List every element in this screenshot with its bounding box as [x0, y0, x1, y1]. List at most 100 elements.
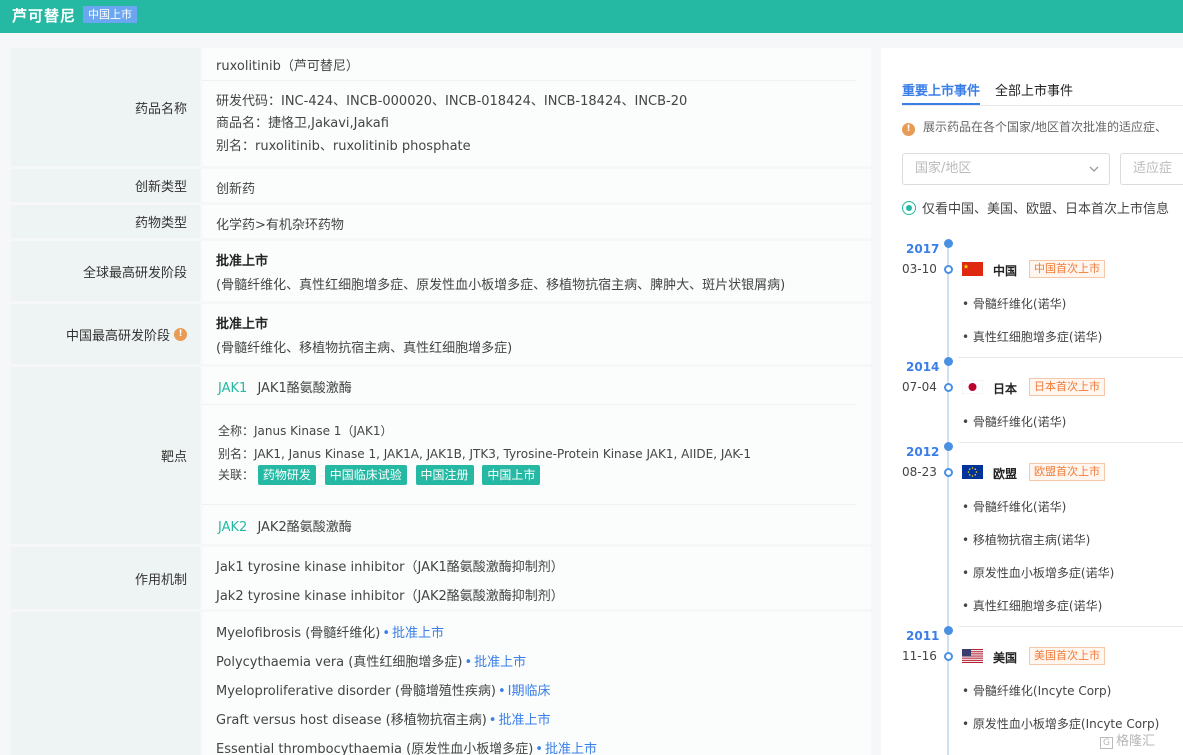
indication-stage[interactable]: 批准上市: [545, 742, 597, 755]
usa-flag-icon: [962, 649, 983, 663]
info-icon[interactable]: !: [174, 327, 187, 341]
divider: [202, 80, 857, 81]
indication-stage[interactable]: Ⅰ期临床: [508, 684, 551, 699]
value-china-stage: 批准上市 (骨髓纤维化、移植物抗宿主病、真性红细胞增多症): [202, 304, 871, 364]
label-global-stage: 全球最高研发阶段: [11, 241, 200, 301]
indication-select[interactable]: 适应症: [1120, 153, 1183, 185]
indication-stage[interactable]: 批准上市: [392, 626, 444, 641]
japan-flag-icon: [962, 380, 983, 394]
tag-china-registration[interactable]: 中国注册: [415, 465, 474, 485]
tag-drug-rd[interactable]: 药物研发: [257, 465, 316, 485]
drug-trade-names: 商品名：捷恪卫,Jakavi,Jakafi: [216, 116, 389, 131]
timeline-date: 03-10: [902, 262, 937, 276]
timeline-indication: 真性红细胞增多症(诺华): [962, 328, 1102, 345]
filter-major-markets[interactable]: 仅看中国、美国、欧盟、日本首次上市信息: [902, 198, 1169, 217]
timeline-indication: 骨髓纤维化(诺华): [962, 413, 1066, 430]
panel-description: ! 展示药品在各个国家/地区首次批准的适应症、: [902, 118, 1167, 136]
timeline-indication: 原发性血小板增多症(诺华): [962, 564, 1114, 581]
tag-china-launch[interactable]: 中国上市: [482, 465, 541, 485]
first-launch-badge: 中国首次上市: [1029, 260, 1105, 278]
info-icon: !: [902, 123, 915, 136]
mechanism-jak2: Jak2 tyrosine kinase inhibitor（JAK2酪氨酸激酶…: [216, 589, 564, 604]
label-indications: [11, 612, 200, 755]
first-launch-badge: 日本首次上市: [1029, 378, 1105, 396]
row-drug-type: 药物类型 化学药>有机杂环药物: [11, 205, 871, 238]
label-innovation: 创新类型: [11, 169, 200, 202]
timeline-country: 中国: [993, 264, 1018, 278]
tag-china-trials[interactable]: 中国临床试验: [324, 465, 407, 485]
target-jak2[interactable]: JAK2 JAK2酪氨酸激酶: [218, 516, 352, 535]
indication-stage[interactable]: 批准上市: [498, 713, 550, 728]
timeline-country: 日本: [993, 382, 1018, 396]
value-drug-type: 化学药>有机杂环药物: [202, 205, 871, 238]
indication-name: Essential thrombocythaemia (原发性血小板增多症): [216, 742, 534, 755]
timeline-year: 2014: [906, 360, 940, 374]
divider: [902, 105, 1183, 106]
indication-stage[interactable]: 批准上市: [474, 655, 526, 670]
page-title: 芦可替尼: [12, 7, 77, 25]
timeline-country: 欧盟: [993, 467, 1018, 481]
innovation-type: 创新药: [216, 182, 256, 197]
indication-item: Polycythaemia vera (真性红细胞增多症) • 批准上市: [216, 655, 527, 670]
tab-important-events[interactable]: 重要上市事件: [902, 80, 980, 99]
indication-placeholder: 适应症: [1133, 161, 1173, 176]
jak1-aliases: 别名：JAK1, Janus Kinase 1, JAK1A, JAK1B, J…: [218, 447, 751, 461]
drug-type: 化学药>有机杂环药物: [216, 218, 344, 233]
jak2-code[interactable]: JAK2: [218, 520, 247, 535]
first-launch-badge: 美国首次上市: [1029, 647, 1105, 665]
timeline-year: 2011: [906, 629, 940, 643]
indication-item: Myelofibrosis (骨髓纤维化) • 批准上市: [216, 626, 445, 641]
row-global-stage: 全球最高研发阶段 批准上市 (骨髓纤维化、真性红细胞增多症、原发性血小板增多症、…: [11, 241, 871, 301]
eu-flag-icon: [962, 465, 983, 479]
china-flag-icon: [962, 262, 983, 276]
value-innovation: 创新药: [202, 169, 871, 202]
target-jak1[interactable]: JAK1 JAK1酪氨酸激酶: [218, 377, 352, 396]
timeline-event-dot: [944, 468, 953, 477]
timeline-year: 2017: [906, 242, 940, 256]
radio-selected-icon[interactable]: [902, 201, 916, 215]
row-targets: 靶点 JAK1 JAK1酪氨酸激酶 全称：Janus Kinase 1（JAK1…: [11, 367, 871, 544]
jak1-full-name: 全称：Janus Kinase 1（JAK1）: [218, 424, 393, 438]
row-china-stage: 中国最高研发阶段 ! 批准上市 (骨髓纤维化、移植物抗宿主病、真性红细胞增多症): [11, 304, 871, 364]
country-select[interactable]: 国家/地区: [902, 153, 1110, 185]
divider: [202, 404, 857, 405]
label-china-stage: 中国最高研发阶段 !: [11, 304, 200, 364]
timeline-event-dot: [944, 383, 953, 392]
timeline-date: 11-16: [902, 649, 937, 663]
app-header: 芦可替尼 中国上市: [0, 0, 1183, 33]
value-mechanism: Jak1 tyrosine kinase inhibitor（JAK1酪氨酸激酶…: [202, 547, 871, 609]
logo-icon: G: [1100, 737, 1113, 749]
indication-item: Graft versus host disease (移植物抗宿主病) • 批准上市: [216, 713, 551, 728]
jak1-name: JAK1酪氨酸激酶: [257, 381, 352, 396]
divider: [202, 504, 857, 505]
timeline-event-dot: [944, 652, 953, 661]
row-innovation: 创新类型 创新药: [11, 169, 871, 202]
drug-codes: 研发代码：INC-424、INCB-000020、INCB-018424、INC…: [216, 94, 688, 109]
china-stage-label-text: 中国最高研发阶段: [65, 328, 170, 344]
china-stage: 批准上市: [216, 317, 269, 332]
row-indications: Myelofibrosis (骨髓纤维化) • 批准上市 Polycythaemia…: [11, 612, 871, 755]
jak1-code[interactable]: JAK1: [218, 381, 247, 396]
global-indications: (骨髓纤维化、真性红细胞增多症、原发性血小板增多症、移植物抗宿主病、脾肿大、斑片…: [216, 278, 786, 293]
row-drug-name: 药品名称 ruxolitinib（芦可替尼） 研发代码：INC-424、INCB…: [11, 48, 871, 166]
timeline-country: 美国: [993, 651, 1018, 665]
indication-name: Graft versus host disease (移植物抗宿主病): [216, 713, 487, 728]
value-targets: JAK1 JAK1酪氨酸激酶 全称：Janus Kinase 1（JAK1） 别…: [202, 367, 871, 544]
label-mechanism: 作用机制: [11, 547, 200, 609]
indication-name: Myeloproliferative disorder (骨髓增殖性疾病): [216, 684, 496, 699]
jak2-name: JAK2酪氨酸激酶: [257, 520, 352, 535]
timeline-indication: 骨髓纤维化(诺华): [962, 295, 1066, 312]
tab-all-events[interactable]: 全部上市事件: [995, 80, 1073, 99]
indication-name: Polycythaemia vera (真性红细胞增多症): [216, 655, 463, 670]
value-drug-name: ruxolitinib（芦可替尼） 研发代码：INC-424、INCB-0000…: [202, 48, 871, 166]
drug-aliases: 别名：ruxolitinib、ruxolitinib phosphate: [216, 139, 471, 154]
chevron-down-icon: [1089, 166, 1099, 172]
timeline-indication: 真性红细胞增多症(诺华): [962, 597, 1102, 614]
watermark-text: 格隆汇: [1115, 734, 1155, 749]
first-launch-badge: 欧盟首次上市: [1029, 463, 1105, 481]
mechanism-jak1: Jak1 tyrosine kinase inhibitor（JAK1酪氨酸激酶…: [216, 560, 564, 575]
divider: [958, 626, 1183, 627]
timeline-date: 08-23: [902, 465, 937, 479]
description-text: 展示药品在各个国家/地区首次批准的适应症、: [923, 120, 1168, 134]
timeline-indication: 移植物抗宿主病(诺华): [962, 531, 1090, 548]
